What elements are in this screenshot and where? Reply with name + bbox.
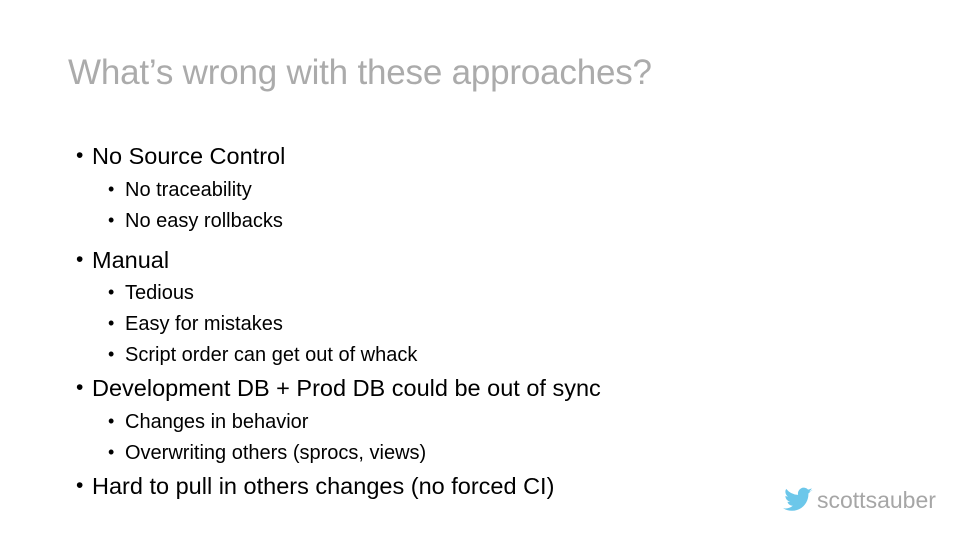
bullet-group-3: Hard to pull in others changes (no force… [0, 468, 880, 504]
bullet-group: Development DB + Prod DB could be out of… [0, 370, 880, 468]
twitter-handle[interactable]: scottsauber [783, 487, 936, 513]
bullet-item-level2: Script order can get out of whack [0, 339, 880, 370]
bullet-group: Hard to pull in others changes (no force… [0, 468, 880, 504]
bullet-level1-list: No Source Control [0, 138, 880, 174]
bullet-item-level2: Overwriting others (sprocs, views) [0, 437, 880, 468]
bullet-list: No Source Control No traceability No eas… [0, 138, 880, 503]
bullet-item-level1: No Source Control [0, 138, 880, 174]
page-title: What’s wrong with these approaches? [68, 53, 652, 92]
bullet-level1-list: Manual [0, 242, 880, 278]
bullet-level2-list: No traceability No easy rollbacks [0, 174, 880, 236]
bullet-group-1: Manual Tedious Easy for mistakes Script … [0, 242, 880, 371]
bullet-item-level2: No traceability [0, 174, 880, 205]
bullet-level2-list: Changes in behavior Overwriting others (… [0, 406, 880, 468]
bullet-item-level2: Changes in behavior [0, 406, 880, 437]
bullet-level1-list: Hard to pull in others changes (no force… [0, 468, 880, 504]
bullet-item-level1: Development DB + Prod DB could be out of… [0, 370, 880, 406]
bullet-group-0: No Source Control No traceability No eas… [0, 138, 880, 236]
bullet-item-level1: Manual [0, 242, 880, 278]
bullet-group: Manual Tedious Easy for mistakes Script … [0, 242, 880, 371]
bullet-group: No Source Control No traceability No eas… [0, 138, 880, 236]
bullet-list-container: No Source Control No traceability No eas… [0, 138, 880, 503]
bullet-level2-list: Tedious Easy for mistakes Script order c… [0, 277, 880, 370]
slide: What’s wrong with these approaches? No S… [0, 0, 960, 540]
bullet-item-level2: No easy rollbacks [0, 205, 880, 236]
bullet-level1-list: Development DB + Prod DB could be out of… [0, 370, 880, 406]
twitter-bird-icon [783, 487, 813, 513]
bullet-item-level1: Hard to pull in others changes (no force… [0, 468, 880, 504]
bullet-item-level2: Tedious [0, 277, 880, 308]
bullet-item-level2: Easy for mistakes [0, 308, 880, 339]
bullet-group-2: Development DB + Prod DB could be out of… [0, 370, 880, 468]
twitter-handle-text: scottsauber [817, 486, 936, 513]
